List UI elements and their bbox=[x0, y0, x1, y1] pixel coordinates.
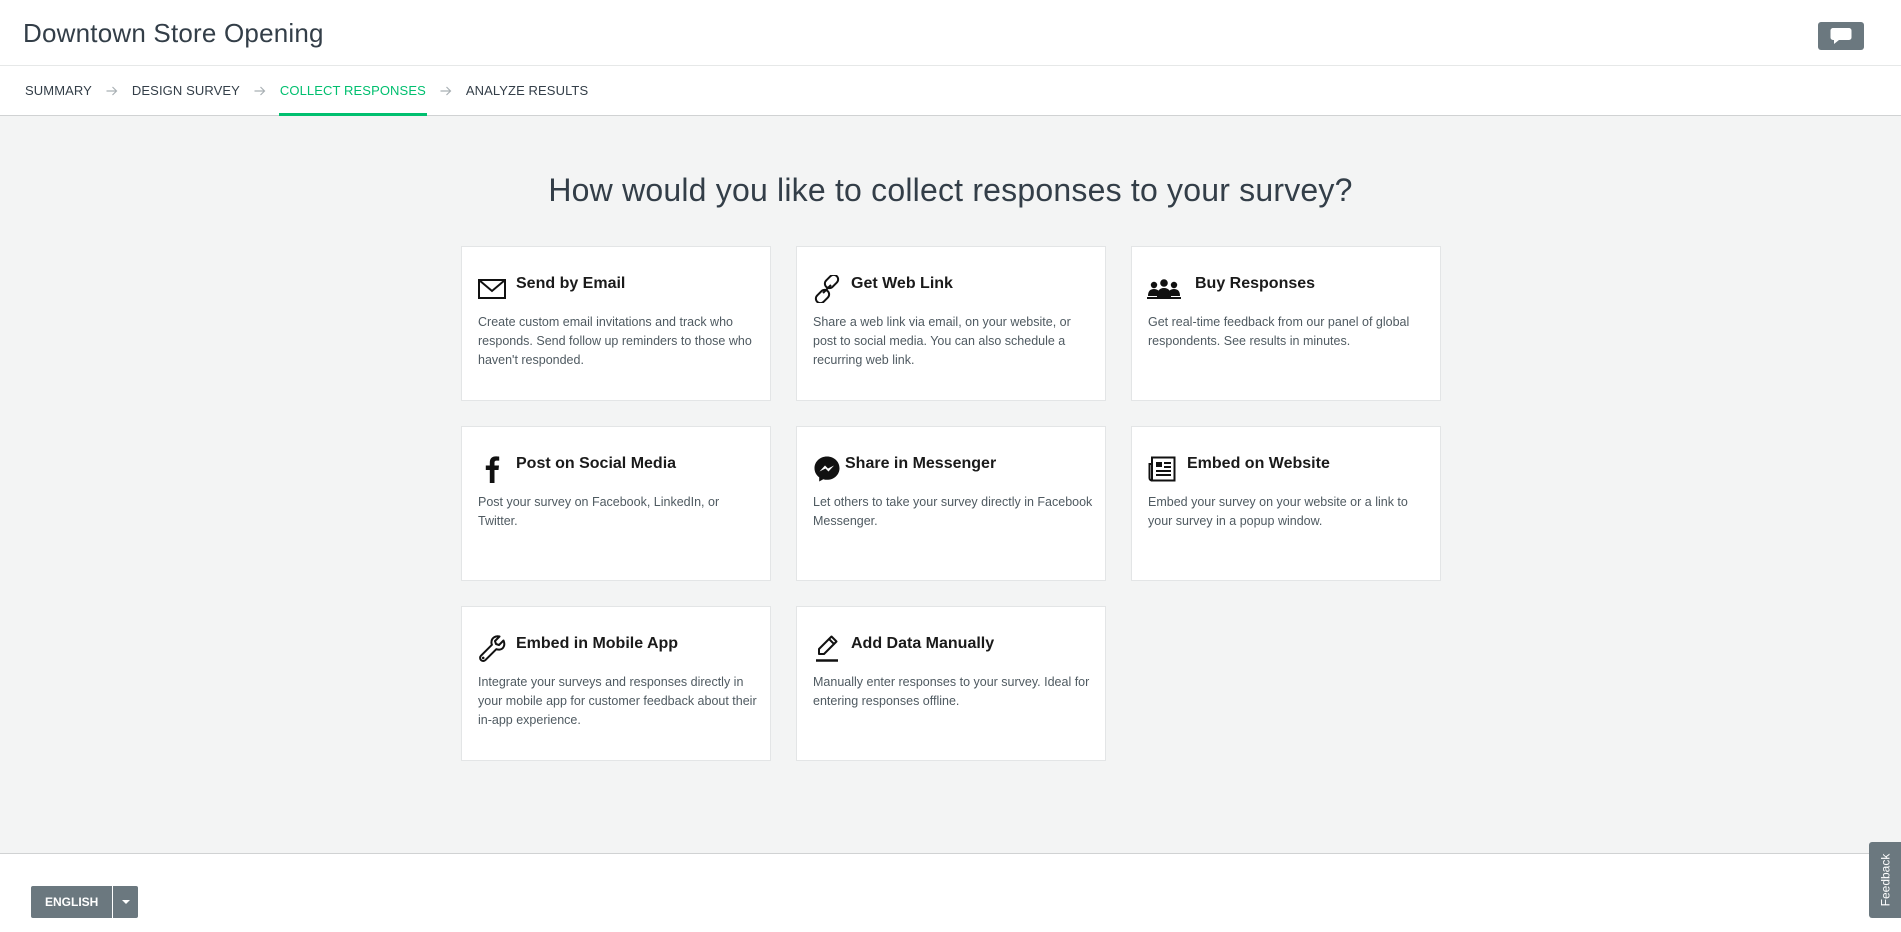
card-title: Share in Messenger bbox=[845, 455, 997, 472]
pencil-icon bbox=[812, 634, 842, 664]
chat-button[interactable] bbox=[1818, 22, 1864, 50]
people-group-icon bbox=[1146, 274, 1182, 304]
caret-down-icon bbox=[121, 900, 130, 904]
footer: ENGLISH bbox=[0, 855, 1901, 932]
card-title: Embed on Website bbox=[1187, 455, 1330, 472]
tab-design-survey[interactable]: DESIGN SURVEY bbox=[131, 66, 241, 115]
tab-analyze-results[interactable]: ANALYZE RESULTS bbox=[465, 66, 589, 115]
card-title: Post on Social Media bbox=[516, 455, 677, 472]
feedback-label: Feedback bbox=[1878, 853, 1893, 907]
tab-collect-responses[interactable]: COLLECT RESPONSES bbox=[278, 66, 427, 116]
card-title: Send by Email bbox=[516, 275, 626, 292]
language-button[interactable]: ENGLISH bbox=[31, 886, 114, 918]
speech-bubble-icon bbox=[1830, 28, 1852, 44]
collect-main: How would you like to collect responses … bbox=[0, 116, 1901, 854]
collector-card-messenger[interactable]: Share in Messenger Let others to take yo… bbox=[796, 426, 1106, 581]
card-description: Manually enter responses to your survey.… bbox=[813, 675, 1090, 708]
collector-card-weblink[interactable]: Get Web Link Share a web link via email,… bbox=[796, 246, 1106, 401]
card-description: Get real-time feedback from our panel of… bbox=[1148, 315, 1410, 348]
collector-card-buy-responses[interactable]: Buy Responses Get real-time feedback fro… bbox=[1131, 246, 1441, 401]
card-description: Share a web link via email, on your webs… bbox=[813, 315, 1071, 367]
collector-card-embed-website[interactable]: Embed on Website Embed your survey on yo… bbox=[1131, 426, 1441, 581]
survey-title: Downtown Store Opening bbox=[23, 18, 324, 48]
workflow-nav: SUMMARY DESIGN SURVEY COLLECT RESPONSES … bbox=[0, 66, 1901, 116]
header: Downtown Store Opening bbox=[0, 0, 1901, 66]
arrow-right-icon bbox=[254, 66, 266, 115]
tab-summary[interactable]: SUMMARY bbox=[24, 66, 93, 115]
link-icon bbox=[812, 274, 842, 304]
card-title: Get Web Link bbox=[851, 275, 953, 292]
messenger-icon bbox=[812, 454, 842, 484]
wrench-icon bbox=[477, 634, 507, 664]
language-selector[interactable]: ENGLISH bbox=[31, 886, 139, 918]
card-title: Buy Responses bbox=[1195, 275, 1316, 292]
card-description: Create custom email invitations and trac… bbox=[478, 315, 752, 367]
feedback-tab[interactable]: Feedback bbox=[1869, 842, 1901, 918]
collector-card-mobile-app[interactable]: Embed in Mobile App Integrate your surve… bbox=[461, 606, 771, 761]
card-description: Integrate your surveys and responses dir… bbox=[478, 675, 757, 727]
collector-card-social-media[interactable]: Post on Social Media Post your survey on… bbox=[461, 426, 771, 581]
collector-card-manual-entry[interactable]: Add Data Manually Manually enter respons… bbox=[796, 606, 1106, 761]
language-dropdown-toggle[interactable] bbox=[113, 886, 139, 918]
envelope-icon bbox=[477, 274, 507, 304]
website-embed-icon bbox=[1147, 454, 1177, 484]
card-title: Add Data Manually bbox=[851, 635, 995, 652]
card-description: Let others to take your survey directly … bbox=[813, 495, 1093, 528]
arrow-right-icon bbox=[440, 66, 452, 115]
arrow-right-icon bbox=[106, 66, 118, 115]
card-title: Embed in Mobile App bbox=[516, 635, 679, 652]
card-description: Post your survey on Facebook, LinkedIn, … bbox=[478, 495, 720, 528]
page-heading: How would you like to collect responses … bbox=[548, 172, 1353, 208]
facebook-icon bbox=[477, 454, 507, 484]
collector-card-email[interactable]: Send by Email Create custom email invita… bbox=[461, 246, 771, 401]
card-description: Embed your survey on your website or a l… bbox=[1148, 495, 1408, 528]
